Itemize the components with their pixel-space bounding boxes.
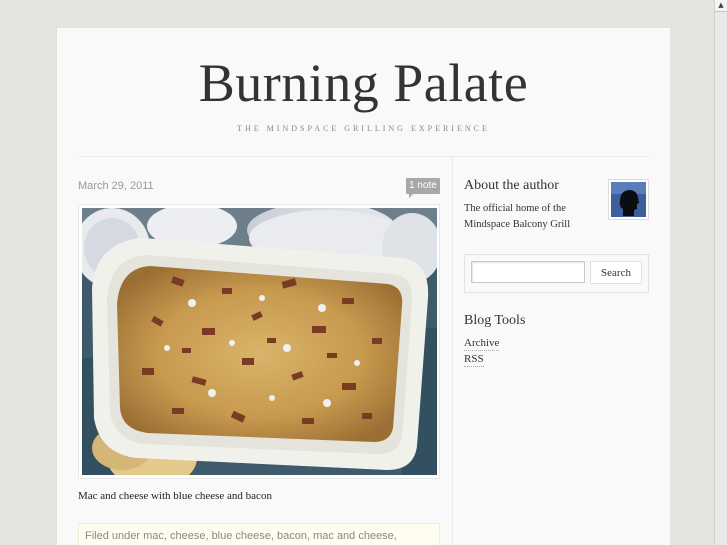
about-author-heading: About the author: [464, 178, 559, 193]
post-date[interactable]: March 29, 2011: [78, 180, 154, 192]
about-author-text: The official home of the Mindspace Balco…: [464, 203, 571, 230]
archive-link[interactable]: Archive: [464, 337, 500, 351]
blog-title[interactable]: Burning Palate: [57, 52, 670, 114]
blog-subtitle: THE MINDSPACE GRILLING EXPERIENCE: [237, 124, 490, 133]
avatar[interactable]: [608, 179, 649, 220]
search-widget: Search: [464, 254, 649, 293]
search-button[interactable]: Search: [590, 261, 642, 284]
vertical-scrollbar[interactable]: ▲: [714, 0, 727, 545]
blog-tools-heading: Blog Tools: [464, 313, 526, 328]
header-divider: [78, 156, 649, 157]
silhouette-avatar-icon: [611, 182, 646, 217]
scroll-up-icon[interactable]: ▲: [715, 0, 727, 12]
column-divider: [452, 157, 453, 545]
post-tags[interactable]: Filed under mac, cheese, blue cheese, ba…: [78, 523, 440, 545]
mac-and-cheese-photo[interactable]: [82, 208, 437, 475]
notes-count-badge[interactable]: 1 note: [406, 178, 440, 198]
post-photo-frame: [78, 204, 440, 479]
blog-page: Burning Palate THE MINDSPACE GRILLING EX…: [57, 28, 670, 545]
search-input[interactable]: [471, 261, 585, 283]
rss-link[interactable]: RSS: [464, 353, 484, 367]
post-caption: Mac and cheese with blue cheese and baco…: [78, 490, 272, 502]
